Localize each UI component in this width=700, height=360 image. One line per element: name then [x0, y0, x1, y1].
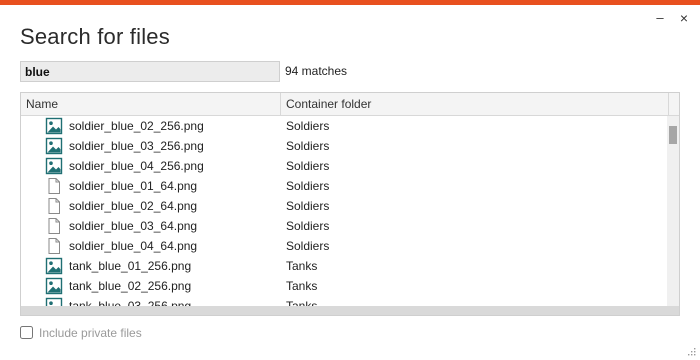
vertical-scrollbar[interactable] — [667, 116, 679, 306]
file-name: soldier_blue_02_64.png — [69, 199, 198, 213]
include-private-label: Include private files — [39, 326, 142, 340]
file-name: soldier_blue_02_256.png — [69, 119, 204, 133]
container-folder: Tanks — [286, 279, 318, 293]
page-title: Search for files — [20, 24, 170, 49]
table-row[interactable]: soldier_blue_03_64.png Soldiers — [21, 216, 667, 236]
column-header-container-folder[interactable]: Container folder — [281, 93, 669, 115]
file-name: soldier_blue_03_256.png — [69, 139, 204, 153]
minimize-button[interactable]: – — [652, 10, 668, 26]
table-row[interactable]: soldier_blue_02_256.png Soldiers — [21, 116, 667, 136]
container-folder: Soldiers — [286, 239, 330, 253]
container-folder: Soldiers — [286, 199, 330, 213]
blank-file-icon — [45, 217, 63, 235]
table-row[interactable]: soldier_blue_01_64.png Soldiers — [21, 176, 667, 196]
table-row[interactable]: soldier_blue_03_256.png Soldiers — [21, 136, 667, 156]
image-file-icon — [45, 277, 63, 295]
file-name: soldier_blue_04_64.png — [69, 239, 198, 253]
image-file-icon — [45, 297, 63, 306]
container-folder: Soldiers — [286, 139, 330, 153]
container-folder: Soldiers — [286, 159, 330, 173]
window-accent-bar — [0, 0, 700, 5]
search-input[interactable] — [20, 61, 280, 82]
vertical-scrollbar-thumb[interactable] — [669, 126, 677, 144]
file-name: soldier_blue_01_64.png — [69, 179, 198, 193]
horizontal-scrollbar[interactable] — [21, 306, 679, 315]
match-count: 94 matches — [285, 64, 348, 78]
table-row[interactable]: soldier_blue_04_256.png Soldiers — [21, 156, 667, 176]
image-file-icon — [45, 137, 63, 155]
container-folder: Tanks — [286, 259, 318, 273]
file-name: tank_blue_03_256.png — [69, 299, 192, 306]
container-folder: Soldiers — [286, 179, 330, 193]
column-header-name[interactable]: Name — [21, 93, 281, 115]
close-button[interactable]: × — [676, 10, 692, 26]
table-row[interactable]: soldier_blue_04_64.png Soldiers — [21, 236, 667, 256]
blank-file-icon — [45, 197, 63, 215]
blank-file-icon — [45, 237, 63, 255]
table-row[interactable]: tank_blue_03_256.png Tanks — [21, 296, 667, 306]
table-row[interactable]: tank_blue_01_256.png Tanks — [21, 256, 667, 276]
file-name: soldier_blue_04_256.png — [69, 159, 204, 173]
container-folder: Tanks — [286, 299, 318, 306]
container-folder: Soldiers — [286, 219, 330, 233]
image-file-icon — [45, 117, 63, 135]
table-row[interactable]: tank_blue_02_256.png Tanks — [21, 276, 667, 296]
include-private-checkbox[interactable] — [20, 326, 33, 339]
file-name: tank_blue_01_256.png — [69, 259, 192, 273]
file-list: Name Container folder soldier_blue_02_25… — [20, 92, 680, 316]
file-name: tank_blue_02_256.png — [69, 279, 192, 293]
container-folder: Soldiers — [286, 119, 330, 133]
file-name: soldier_blue_03_64.png — [69, 219, 198, 233]
resize-grip-icon[interactable] — [686, 346, 696, 356]
blank-file-icon — [45, 177, 63, 195]
table-row[interactable]: soldier_blue_02_64.png Soldiers — [21, 196, 667, 216]
image-file-icon — [45, 157, 63, 175]
image-file-icon — [45, 257, 63, 275]
list-header: Name Container folder — [21, 93, 679, 116]
file-rows: soldier_blue_02_256.png Soldiers soldier_b… — [21, 116, 667, 306]
